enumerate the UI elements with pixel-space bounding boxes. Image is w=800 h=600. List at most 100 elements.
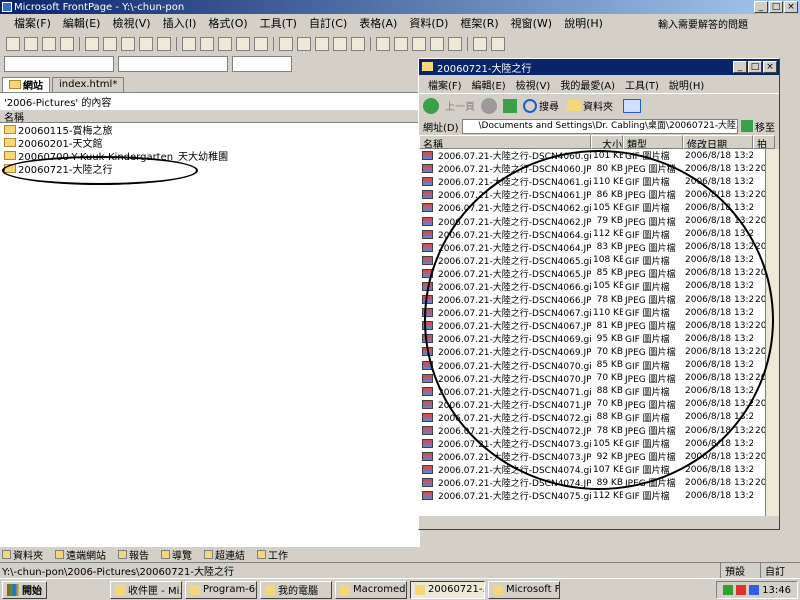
file-row[interactable]: 2006.07.21-大陸之行-DSCN4073.gif 105 KB GIF 圖片…: [419, 437, 779, 450]
search-icon[interactable]: [523, 98, 537, 113]
explorer-maximize-button[interactable]: □: [748, 61, 762, 73]
help-question-box[interactable]: 輸入需要解答的問題: [658, 16, 748, 31]
toolbar-button-icon[interactable]: [279, 37, 293, 51]
back-icon[interactable]: [423, 97, 439, 114]
view-button[interactable]: 導覽: [161, 547, 198, 562]
view-button[interactable]: 超連結: [204, 547, 251, 562]
file-row[interactable]: 2006.07.21-大陸之行-DSCN4066.gif 105 KB GIF 圖片…: [419, 280, 779, 293]
file-row[interactable]: 2006.07.21-大陸之行-DSCN4071.gif 88 KB GIF 圖片檔…: [419, 385, 779, 398]
minimize-button[interactable]: _: [754, 1, 768, 13]
menu-item[interactable]: 插入(I): [157, 15, 203, 31]
view-button[interactable]: 資料夾: [2, 547, 49, 562]
menu-item[interactable]: 表格(A): [353, 15, 403, 31]
menu-item[interactable]: 自訂(C): [303, 15, 353, 31]
explorer-menu-item[interactable]: 編輯(E): [467, 77, 511, 92]
size-dropdown[interactable]: [232, 56, 292, 72]
toolbar-button-icon[interactable]: [236, 37, 250, 51]
close-button[interactable]: ×: [784, 1, 798, 13]
up-folder-icon[interactable]: [503, 98, 517, 113]
file-row[interactable]: 2006.07.21-大陸之行-DSCN4065.gif 108 KB GIF 圖片…: [419, 254, 779, 267]
menu-item[interactable]: 視窗(W): [505, 15, 558, 31]
file-row[interactable]: 2006.07.21-大陸之行-DSCN4066.JPG 78 KB JPEG 圖片…: [419, 293, 779, 306]
file-row[interactable]: 2006.07.21-大陸之行-DSCN4062.JPG 79 KB JPEG 圖片…: [419, 214, 779, 228]
file-row[interactable]: 2006.07.21-大陸之行-DSCN4067.gif 110 KB GIF 圖片…: [419, 306, 779, 319]
toolbar-button-icon[interactable]: [297, 37, 311, 51]
menu-item[interactable]: 編輯(E): [57, 15, 107, 31]
explorer-menu-item[interactable]: 工具(T): [620, 77, 664, 92]
tray-icon[interactable]: [736, 585, 747, 595]
menu-item[interactable]: 檢視(V): [106, 15, 156, 31]
folder-item[interactable]: 20060721-大陸之行: [0, 162, 420, 176]
go-button[interactable]: 移至: [755, 119, 775, 134]
column-name-header[interactable]: 名稱: [0, 109, 420, 124]
toolbar-button-icon[interactable]: [42, 37, 56, 51]
toolbar-button-icon[interactable]: [24, 37, 38, 51]
tray-icon[interactable]: [749, 585, 760, 595]
font-dropdown[interactable]: [118, 56, 228, 72]
file-row[interactable]: 2006.07.21-大陸之行-DSCN4070.gif 85 KB GIF 圖片檔…: [419, 359, 779, 372]
file-row[interactable]: 2006.07.21-大陸之行-DSCN4072.gif 88 KB GIF 圖片檔…: [419, 411, 779, 424]
file-row[interactable]: 2006.07.21-大陸之行-DSCN4061.JPG 86 KB JPEG 圖片…: [419, 188, 779, 201]
menu-item[interactable]: 框架(R): [454, 15, 504, 31]
toolbar-button-icon[interactable]: [157, 37, 171, 51]
back-button[interactable]: 上一頁: [445, 98, 475, 113]
taskbar-button[interactable]: Macromedia...: [335, 580, 407, 599]
file-row[interactable]: 2006.07.21-大陸之行-DSCN4067.JPG 81 KB JPEG 圖片…: [419, 319, 779, 332]
file-row[interactable]: 2006.07.21-大陸之行-DSCN4069.JPG 70 KB JPEG 圖片…: [419, 345, 779, 358]
toolbar-button-icon[interactable]: [103, 37, 117, 51]
file-row[interactable]: 2006.07.21-大陸之行-DSCN4073.JPG 92 KB JPEG 圖片…: [419, 450, 779, 463]
toolbar-button-icon[interactable]: [351, 37, 365, 51]
file-row[interactable]: 2006.07.21-大陸之行-DSCN4075.gif 112 KB GIF 圖片…: [419, 489, 779, 502]
taskbar-button[interactable]: Microsoft Fr...: [488, 580, 560, 599]
toolbar-button-icon[interactable]: [6, 37, 20, 51]
toolbar-button-icon[interactable]: [376, 37, 390, 51]
file-row[interactable]: 2006.07.21-大陸之行-DSCN4064.gif 112 KB GIF 圖片…: [419, 228, 779, 241]
toolbar-button-icon[interactable]: [430, 37, 444, 51]
taskbar-button[interactable]: 我的電腦: [260, 580, 332, 599]
file-row[interactable]: 2006.07.21-大陸之行-DSCN4070.JPG 70 KB JPEG 圖片…: [419, 372, 779, 385]
file-row[interactable]: 2006.07.21-大陸之行-DSCN4062.gif 105 KB GIF 圖片…: [419, 201, 779, 214]
view-button[interactable]: 遠端網站: [55, 547, 112, 562]
address-input[interactable]: \Documents and Settings\Dr. Cabling\桌面\2…: [461, 118, 738, 134]
file-row[interactable]: 2006.07.21-大陸之行-DSCN4071.JPG 70 KB JPEG 圖片…: [419, 398, 779, 411]
toolbar-button-icon[interactable]: [394, 37, 408, 51]
file-row[interactable]: 2006.07.21-大陸之行-DSCN4072.JPG 78 KB JPEG 圖片…: [419, 424, 779, 437]
start-button[interactable]: 開始: [2, 580, 47, 599]
view-button[interactable]: 工作: [257, 547, 294, 562]
col-taken[interactable]: 拍: [753, 135, 775, 149]
style-dropdown[interactable]: [4, 56, 114, 72]
file-row[interactable]: 2006.07.21-大陸之行-DSCN4065.JPG 85 KB JPEG 圖片…: [419, 267, 779, 280]
explorer-menu-item[interactable]: 說明(H): [664, 77, 709, 92]
search-button[interactable]: 搜尋: [539, 98, 559, 113]
tray-icon[interactable]: [723, 585, 734, 595]
views-icon[interactable]: [623, 98, 641, 113]
taskbar-button[interactable]: 收件匣 - Mi...: [110, 580, 182, 599]
toolbar-button-icon[interactable]: [85, 37, 99, 51]
col-size[interactable]: 大小: [591, 135, 623, 149]
toolbar-button-icon[interactable]: [60, 37, 74, 51]
taskbar-button[interactable]: 20060721-...: [410, 580, 485, 599]
toolbar-button-icon[interactable]: [333, 37, 347, 51]
menu-item[interactable]: 資料(D): [403, 15, 454, 31]
file-row[interactable]: 2006.07.21-大陸之行-DSCN4061.gif 110 KB GIF 圖片…: [419, 175, 779, 188]
maximize-button[interactable]: □: [769, 1, 783, 13]
file-row[interactable]: 2006.07.21-大陸之行-DSCN4060.gif 101 KB GIF 圖片…: [419, 149, 779, 162]
explorer-menu-item[interactable]: 檢視(V): [511, 77, 556, 92]
go-icon[interactable]: [741, 120, 753, 132]
explorer-close-button[interactable]: ×: [763, 61, 777, 73]
tab-index-html[interactable]: index.html*: [52, 76, 125, 92]
toolbar-button-icon[interactable]: [182, 37, 196, 51]
file-row[interactable]: 2006.07.21-大陸之行-DSCN4074.gif 107 KB GIF 圖片…: [419, 463, 779, 476]
forward-icon[interactable]: [481, 97, 497, 114]
view-button[interactable]: 報告: [118, 547, 155, 562]
toolbar-button-icon[interactable]: [473, 37, 487, 51]
folders-button[interactable]: 資料夾: [583, 98, 613, 113]
toolbar-button-icon[interactable]: [315, 37, 329, 51]
menu-item[interactable]: 檔案(F): [8, 15, 57, 31]
toolbar-button-icon[interactable]: [254, 37, 268, 51]
toolbar-button-icon[interactable]: [412, 37, 426, 51]
explorer-menu-item[interactable]: 我的最愛(A): [555, 77, 620, 92]
toolbar-button-icon[interactable]: [139, 37, 153, 51]
col-type[interactable]: 類型: [623, 135, 683, 149]
menu-item[interactable]: 工具(T): [254, 15, 303, 31]
